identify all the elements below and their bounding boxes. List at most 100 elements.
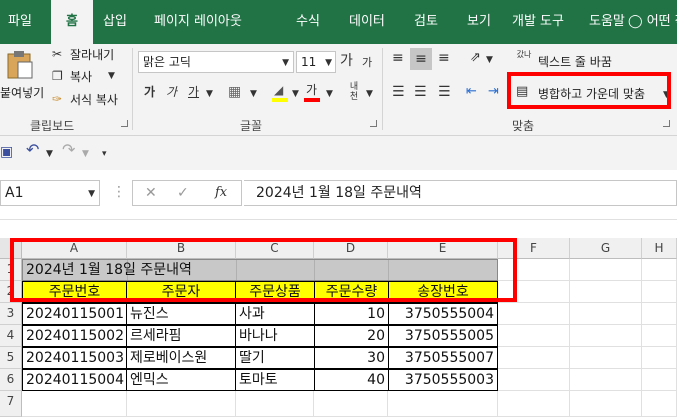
cell-b7[interactable] [127,391,236,417]
table-cell[interactable]: 20240115003 [22,347,127,369]
row-header-7[interactable]: 7 [0,391,22,417]
cell-d7[interactable] [314,391,388,417]
tab-help[interactable]: 도움말 [589,0,625,44]
cell-g2[interactable] [570,281,642,303]
italic-button[interactable]: 가 [166,84,177,100]
redo-icon[interactable]: ↷ [62,142,75,158]
cut-button[interactable]: ✂ 잘라내기 [52,44,132,64]
align-right-icon[interactable]: ☰ [438,84,451,100]
name-box[interactable]: A1 ▼ [0,180,100,206]
column-header-g[interactable]: G [570,238,642,259]
table-cell[interactable]: 뉴진스 [126,303,236,325]
alignment-dialog-launcher[interactable] [663,120,670,127]
decrease-indent-icon[interactable]: ⇤ [466,84,477,100]
underline-button[interactable]: 가 [188,84,199,100]
font-size-select[interactable]: 11 ▼ [296,51,336,73]
cell-a7[interactable] [22,391,127,417]
cell-f6[interactable] [498,369,570,391]
tab-view[interactable]: 보기 [467,0,491,44]
row-header-3[interactable]: 3 [0,303,22,325]
table-cell[interactable]: 40 [314,369,389,391]
table-cell[interactable]: 르세라핌 [126,325,236,347]
cell-f3[interactable] [498,303,570,325]
align-bottom-icon[interactable]: ≡ [438,50,450,66]
cell-h1[interactable] [642,259,677,281]
table-cell[interactable]: 20240115001 [22,303,127,325]
align-middle-icon[interactable]: ≡ [410,48,432,70]
cell-h6[interactable] [642,369,677,391]
table-cell[interactable]: 엔믹스 [126,369,236,391]
chevron-down-icon[interactable]: ▼ [326,86,333,102]
clipboard-dialog-launcher[interactable] [121,120,128,127]
table-cell[interactable]: 3750555004 [388,303,498,325]
tab-formulas[interactable]: 수식 [296,0,320,44]
shrink-font-button[interactable]: 가 [362,55,372,71]
wrap-text-button[interactable]: 갔나 텍스트 줄 바꿈 [516,50,666,72]
chevron-down-icon[interactable]: ▼ [250,86,257,102]
paste-button[interactable]: 붙여넣기 [0,48,46,108]
fill-color-button[interactable]: ◢ [272,82,290,102]
chevron-down-icon[interactable]: ▼ [486,52,493,68]
cell-g6[interactable] [570,369,642,391]
table-cell[interactable]: 20 [314,325,389,347]
enter-icon[interactable]: ✓ [177,185,189,201]
table-cell[interactable]: 바나나 [235,325,315,347]
font-color-button[interactable]: 가 [304,82,322,102]
cell-h7[interactable] [642,391,677,417]
table-cell[interactable]: 30 [314,347,389,369]
row-header-6[interactable]: 6 [0,369,22,391]
tell-me-search[interactable]: ◯ 어떤 작 [628,0,677,44]
format-painter-button[interactable]: ✑ 서식 복사 [52,89,132,109]
table-cell[interactable]: 3750555003 [388,369,498,391]
undo-icon[interactable]: ↶ [26,142,39,158]
table-cell[interactable]: 토마토 [235,369,315,391]
cell-f7[interactable] [498,391,570,417]
cell-e7[interactable] [388,391,498,417]
cell-g4[interactable] [570,325,642,347]
chevron-down-icon[interactable]: ▼ [292,86,299,102]
tab-data[interactable]: 데이터 [349,0,385,44]
bold-button[interactable]: 가 [144,84,155,100]
align-center-icon[interactable]: ☰ [414,84,427,100]
cell-h5[interactable] [642,347,677,369]
insert-function-button[interactable]: fx [215,185,227,201]
align-left-icon[interactable]: ☰ [392,84,405,100]
copy-button[interactable]: ❐ 복사 ▼ [52,66,132,86]
table-cell[interactable]: 20240115002 [22,325,127,347]
table-cell[interactable]: 20240115004 [22,369,127,391]
borders-icon[interactable]: ▦ [228,84,241,100]
tab-developer[interactable]: 개발 도구 [512,0,564,44]
tab-review[interactable]: 검토 [414,0,438,44]
tab-home[interactable]: 홈 [51,0,93,44]
row-header-4[interactable]: 4 [0,325,22,347]
chevron-down-icon[interactable]: ▼ [82,146,89,162]
chevron-down-icon[interactable]: ▼ [46,146,53,162]
increase-indent-icon[interactable]: ⇥ [488,84,499,100]
tab-file[interactable]: 파일 [8,0,32,44]
table-cell[interactable]: 3750555007 [388,347,498,369]
customize-qat-icon[interactable]: ▾ [102,146,107,162]
cell-g5[interactable] [570,347,642,369]
column-header-h[interactable]: H [642,238,677,259]
table-cell[interactable]: 3750555005 [388,325,498,347]
tab-page-layout[interactable]: 페이지 레이아웃 [154,0,242,44]
formula-input[interactable]: 2024년 1월 18일 주문내역 [244,180,677,206]
row-header-5[interactable]: 5 [0,347,22,369]
chevron-down-icon[interactable]: ▼ [366,86,373,102]
table-cell[interactable]: 제로베이스원 [126,347,236,369]
font-dialog-launcher[interactable] [370,120,377,127]
cell-h4[interactable] [642,325,677,347]
phonetic-guide-button[interactable]: 내천 [346,82,362,102]
grow-font-button[interactable]: 가 [340,53,353,69]
table-cell[interactable]: 딸기 [235,347,315,369]
table-cell[interactable]: 사과 [235,303,315,325]
cell-c7[interactable] [236,391,314,417]
cell-f4[interactable] [498,325,570,347]
cell-g3[interactable] [570,303,642,325]
save-icon[interactable]: ▣ [0,144,13,160]
cell-f5[interactable] [498,347,570,369]
tab-insert[interactable]: 삽입 [103,0,127,44]
table-cell[interactable]: 10 [314,303,389,325]
cell-h3[interactable] [642,303,677,325]
cell-g7[interactable] [570,391,642,417]
